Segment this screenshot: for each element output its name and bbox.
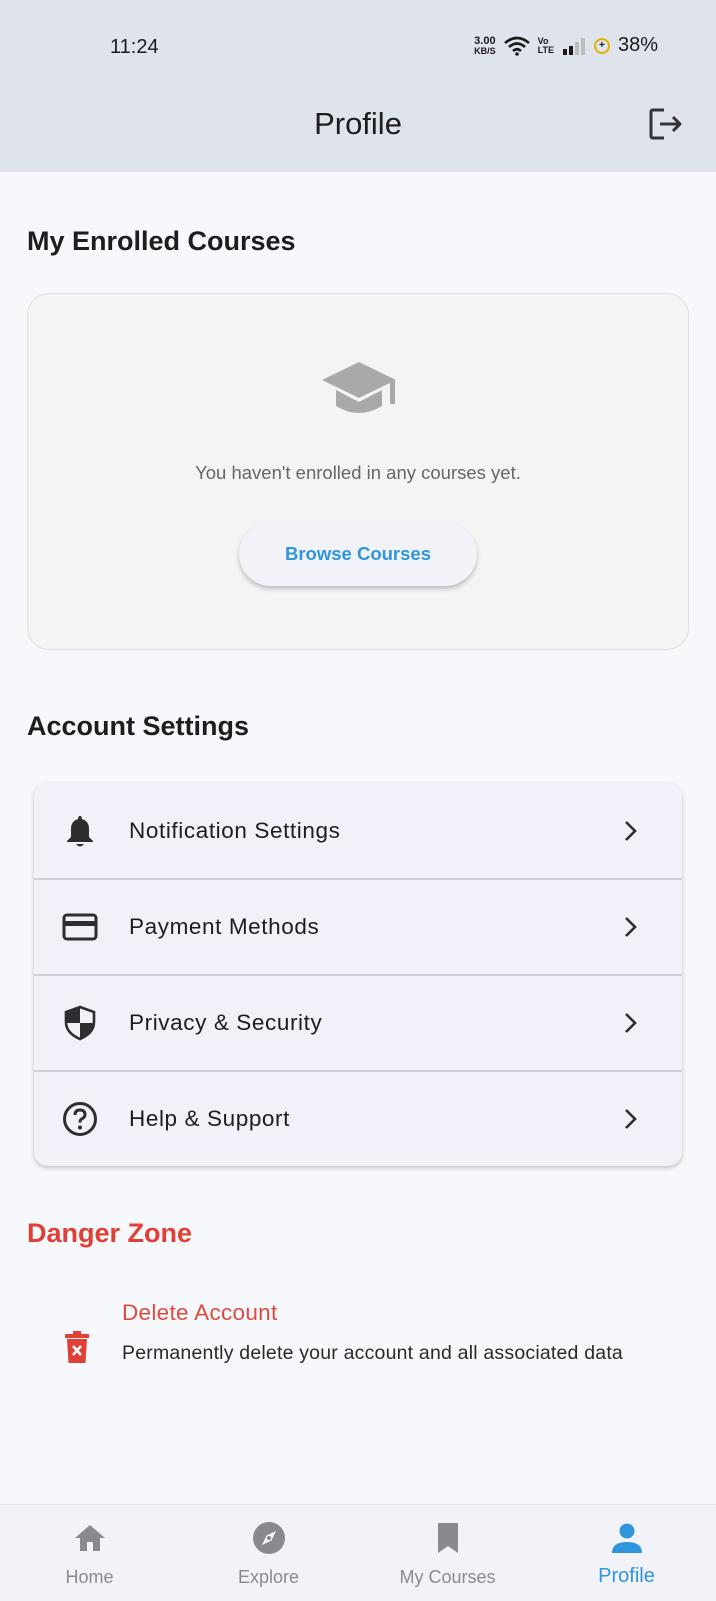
settings-item-label: Privacy & Security	[129, 1010, 323, 1035]
browse-courses-button[interactable]: Browse Courses	[239, 522, 477, 586]
delete-account-title: Delete Account	[122, 1300, 278, 1325]
trash-icon	[65, 1331, 89, 1363]
account-settings-card: Notification Settings Payment Methods Pr…	[34, 783, 682, 1166]
nav-label: Profile	[598, 1565, 655, 1587]
logout-button[interactable]	[646, 104, 686, 144]
person-icon	[612, 1523, 642, 1553]
status-indicators: 3.00 KB/S Vo LTE + 38%	[474, 34, 658, 57]
settings-item-privacy[interactable]: Privacy & Security	[34, 975, 682, 1071]
help-circle-icon	[62, 1101, 98, 1137]
enrolled-courses-card: You haven't enrolled in any courses yet.…	[27, 293, 689, 650]
signal-icon	[562, 37, 585, 55]
delete-account-description: Permanently delete your account and all …	[122, 1342, 623, 1364]
settings-item-label: Payment Methods	[129, 914, 320, 939]
network-speed-value: 3.00	[474, 34, 496, 47]
page-title: Profile	[314, 106, 402, 141]
app-bar: Profile	[0, 88, 716, 172]
status-bar: 11:24 3.00 KB/S Vo LTE + 38%	[0, 0, 716, 88]
empty-courses-message: You haven't enrolled in any courses yet.	[195, 462, 521, 483]
danger-zone-heading: Danger Zone	[27, 1218, 193, 1248]
chevron-right-icon	[625, 821, 637, 841]
bottom-navigation: Home Explore My Courses Profile	[0, 1504, 716, 1601]
nav-item-profile[interactable]: Profile	[537, 1505, 716, 1601]
chevron-right-icon	[625, 1109, 637, 1129]
bell-icon	[62, 813, 98, 849]
volte-indicator: Vo LTE	[537, 36, 554, 55]
nav-item-my-courses[interactable]: My Courses	[358, 1505, 537, 1601]
chevron-right-icon	[625, 917, 637, 937]
chevron-right-icon	[625, 1013, 637, 1033]
settings-item-notifications[interactable]: Notification Settings	[34, 783, 682, 879]
account-settings-heading: Account Settings	[27, 711, 250, 741]
network-speed: 3.00 KB/S	[474, 34, 496, 56]
delete-account-item[interactable]: Delete Account Permanently delete your a…	[27, 1296, 689, 1396]
settings-item-help[interactable]: Help & Support	[34, 1071, 682, 1166]
compass-icon	[253, 1522, 285, 1554]
network-speed-unit: KB/S	[474, 45, 496, 56]
nav-label: My Courses	[399, 1567, 496, 1587]
status-time: 11:24	[110, 36, 159, 58]
nav-label: Explore	[237, 1567, 300, 1587]
settings-item-label: Help & Support	[129, 1106, 290, 1131]
home-icon	[75, 1525, 105, 1551]
shield-icon	[62, 1005, 98, 1041]
nav-label: Home	[65, 1567, 114, 1587]
logout-icon	[649, 108, 682, 140]
settings-item-payment[interactable]: Payment Methods	[34, 879, 682, 975]
nav-item-home[interactable]: Home	[0, 1505, 179, 1601]
nav-item-explore[interactable]: Explore	[179, 1505, 358, 1601]
bookmark-icon	[438, 1523, 458, 1553]
settings-item-label: Notification Settings	[129, 818, 341, 843]
credit-card-icon	[62, 909, 98, 945]
battery-percent: 38%	[617, 34, 658, 56]
battery-saver-icon: +	[593, 37, 610, 54]
enrolled-courses-heading: My Enrolled Courses	[27, 226, 296, 256]
wifi-icon	[503, 36, 530, 56]
graduation-cap-icon	[322, 362, 396, 413]
volte-bottom: LTE	[537, 44, 554, 55]
